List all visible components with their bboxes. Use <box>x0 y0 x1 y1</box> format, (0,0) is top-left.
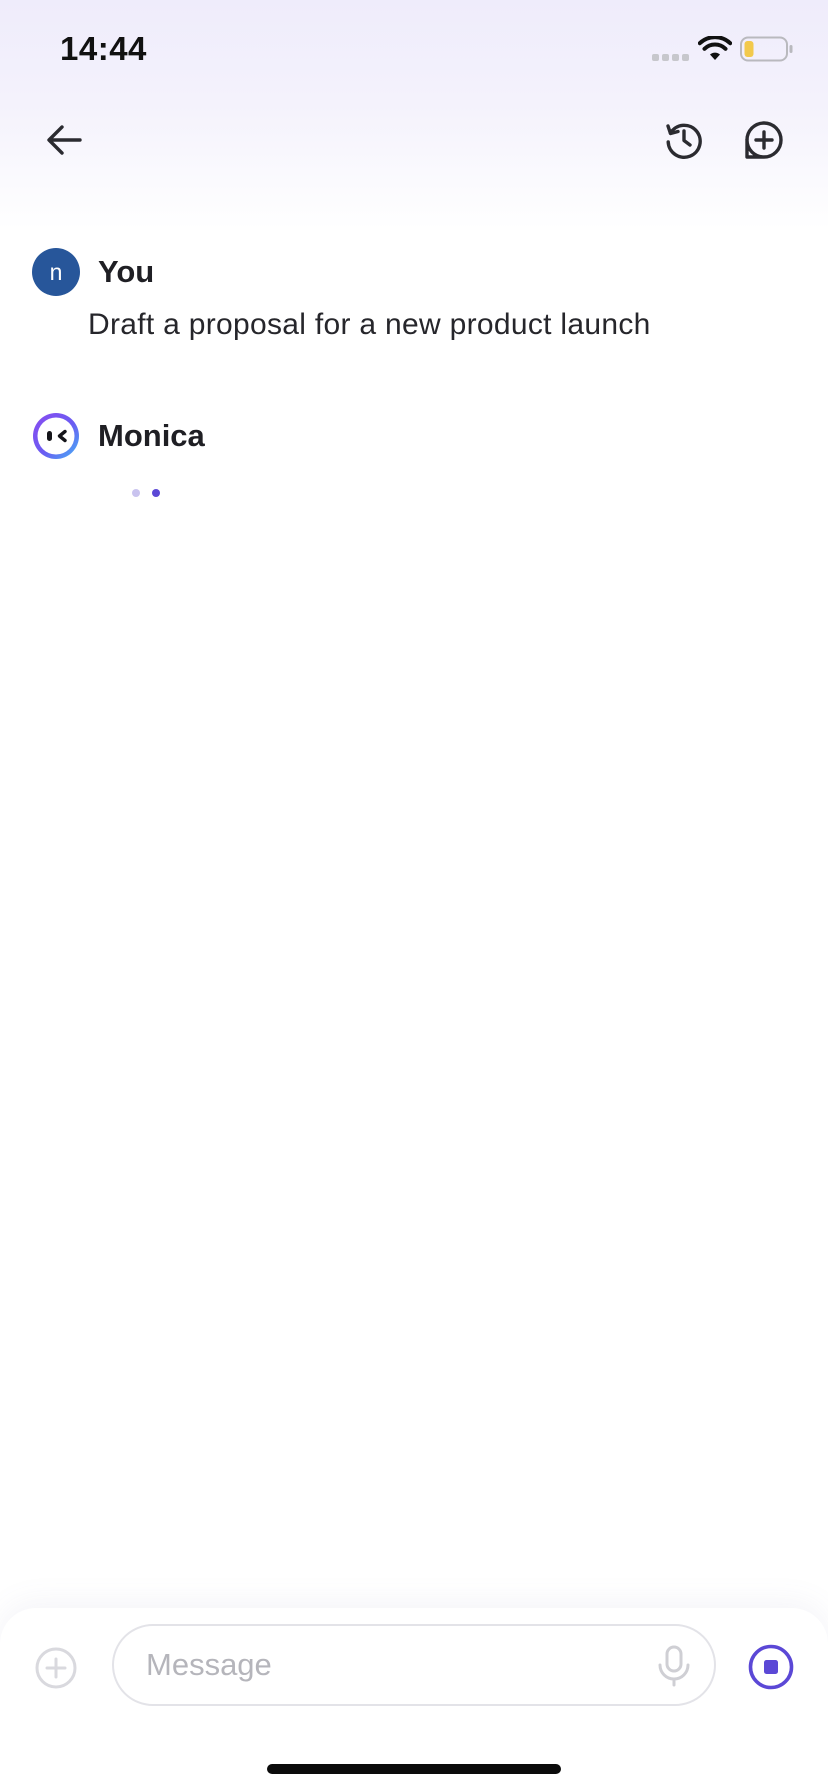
stop-icon <box>748 1644 794 1690</box>
mic-icon <box>658 1645 690 1687</box>
user-message: n You Draft a proposal for a new product… <box>32 248 792 342</box>
wifi-icon <box>697 35 733 67</box>
user-avatar: n <box>32 248 80 296</box>
back-button[interactable] <box>32 108 96 172</box>
message-header: Monica <box>32 412 792 460</box>
attach-button[interactable] <box>32 1644 80 1692</box>
typing-dot <box>152 489 160 497</box>
sender-name: You <box>98 254 155 289</box>
stop-generating-button[interactable] <box>746 1642 796 1692</box>
battery-icon <box>740 36 794 67</box>
home-indicator <box>267 1764 561 1774</box>
monica-face-icon <box>33 413 79 459</box>
assistant-message: Monica <box>32 412 792 498</box>
typing-dot <box>132 489 140 497</box>
message-header: n You <box>32 248 792 296</box>
plus-circle-icon <box>35 1647 77 1689</box>
status-time: 14:44 <box>60 30 147 67</box>
message-input[interactable] <box>112 1624 716 1706</box>
history-icon <box>666 123 702 159</box>
history-button[interactable] <box>652 108 716 172</box>
signal-icon <box>652 54 689 61</box>
new-chat-icon <box>745 121 783 159</box>
new-chat-button[interactable] <box>732 108 796 172</box>
typing-indicator <box>132 488 792 498</box>
message-text: Draft a proposal for a new product launc… <box>88 308 651 341</box>
status-bar: 14:44 <box>0 0 828 100</box>
back-arrow-icon <box>47 125 82 155</box>
nav-bar <box>0 100 828 180</box>
sender-name: Monica <box>98 418 205 453</box>
monica-avatar <box>32 412 80 460</box>
mic-button[interactable] <box>650 1642 698 1690</box>
